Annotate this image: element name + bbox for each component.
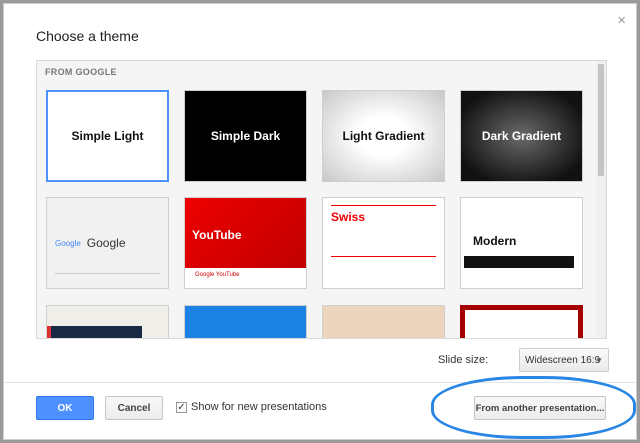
show-for-new-label: Show for new presentations (191, 401, 327, 413)
theme-label: Light Gradient (342, 129, 425, 143)
theme-label: Simple Light (71, 129, 144, 143)
youtube-footer-logo: Google YouTube (195, 272, 240, 278)
slide-size-value: Widescreen 16:9 (525, 354, 601, 366)
theme-gallery: FROM GOOGLE Simple Light Simple Dark Lig… (36, 60, 607, 339)
theme-label: Simple Dark (210, 129, 281, 143)
theme-simple-light[interactable]: Simple Light (46, 90, 169, 182)
theme-peach[interactable] (322, 305, 445, 338)
cream-navy-block (47, 326, 142, 338)
cream-red-stripe (47, 326, 51, 338)
theme-label: Modern (473, 234, 517, 248)
theme-dialog: Choose a theme × FROM GOOGLE Simple Ligh… (3, 3, 637, 440)
theme-google[interactable]: Google Google (46, 197, 169, 289)
swiss-top-line (331, 205, 436, 206)
theme-blue[interactable] (184, 305, 307, 338)
google-logo: Google (55, 238, 81, 248)
theme-simple-dark[interactable]: Simple Dark (184, 90, 307, 182)
theme-youtube[interactable]: YouTube Google YouTube (184, 197, 307, 289)
theme-label: Dark Gradient (481, 129, 562, 143)
ok-button[interactable]: OK (36, 396, 94, 420)
footer-divider (4, 382, 636, 383)
chevron-down-icon: ▼ (595, 356, 603, 365)
swiss-mid-line (331, 256, 436, 257)
scroll-thumb[interactable] (598, 64, 604, 176)
theme-cream[interactable] (46, 305, 169, 338)
youtube-footer-bar: Google YouTube (185, 268, 306, 288)
theme-light-gradient[interactable]: Light Gradient (322, 90, 445, 182)
dialog-title: Choose a theme (36, 28, 139, 44)
divider-line (55, 273, 160, 274)
theme-red-frame[interactable] (460, 305, 583, 338)
theme-dark-gradient[interactable]: Dark Gradient (460, 90, 583, 182)
from-another-presentation-button[interactable]: From another presentation... (474, 396, 606, 420)
theme-modern[interactable]: Modern (460, 197, 583, 289)
show-for-new-checkbox[interactable]: ✓ (176, 402, 187, 413)
cancel-button[interactable]: Cancel (105, 396, 163, 420)
slide-size-select[interactable]: Widescreen 16:9 ▼ (519, 348, 609, 372)
theme-label: Google (86, 236, 126, 250)
theme-swiss[interactable]: Swiss (322, 197, 445, 289)
gallery-scrollbar[interactable] (596, 61, 606, 338)
modern-bar (464, 256, 574, 268)
theme-label: Swiss (331, 210, 366, 224)
slide-size-label: Slide size: (438, 354, 489, 366)
theme-label: YouTube (192, 228, 242, 242)
section-label: FROM GOOGLE (45, 67, 117, 77)
close-icon[interactable]: × (617, 13, 626, 28)
